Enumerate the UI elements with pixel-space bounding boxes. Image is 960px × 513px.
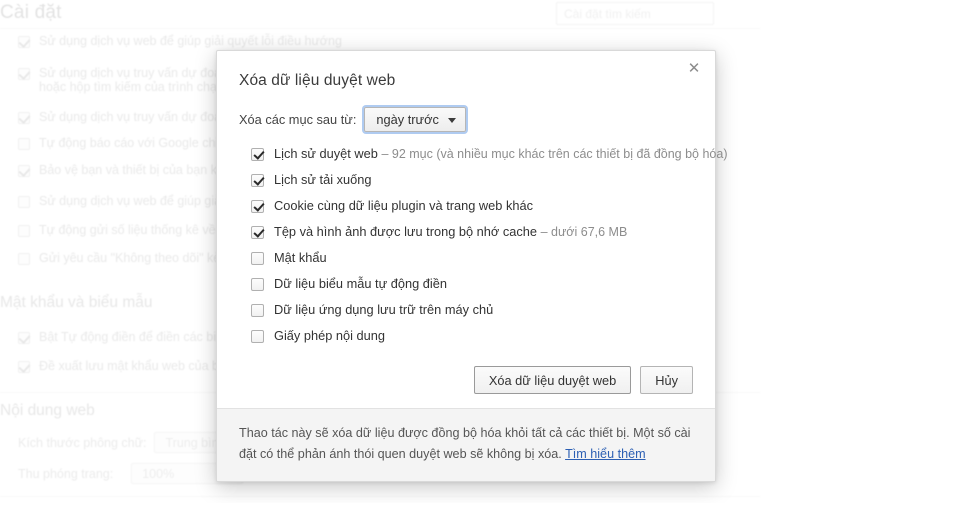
option-label-text: Mật khẩu (274, 250, 327, 265)
option-label-text: Lịch sử tải xuống (274, 172, 372, 187)
option-label-text: Tệp và hình ảnh được lưu trong bộ nhớ ca… (274, 224, 537, 239)
option-label: Dữ liệu biểu mẫu tự động điền (274, 276, 447, 292)
option-browsing-history[interactable]: Lịch sử duyệt web – 92 mục (và nhiều mục… (251, 146, 728, 162)
checkbox-icon[interactable] (251, 252, 264, 265)
option-label-text: Lịch sử duyệt web (274, 146, 378, 161)
time-period-label: Xóa các mục sau từ: (239, 112, 357, 127)
clear-browsing-data-button[interactable]: Xóa dữ liệu duyệt web (473, 366, 632, 394)
option-label: Tệp và hình ảnh được lưu trong bộ nhớ ca… (274, 224, 627, 240)
option-autofill-form-data[interactable]: Dữ liệu biểu mẫu tự động điền (251, 276, 693, 292)
option-cookies[interactable]: Cookie cùng dữ liệu plugin và trang web … (251, 198, 693, 214)
checkbox-icon[interactable] (251, 174, 264, 187)
checkbox-icon[interactable] (251, 148, 264, 161)
chevron-down-icon (447, 117, 456, 123)
option-label: Giấy phép nội dung (274, 328, 385, 344)
time-period-row: Xóa các mục sau từ: ngày trước (239, 107, 693, 132)
option-content-licenses[interactable]: Giấy phép nội dung (251, 328, 693, 344)
checkbox-icon[interactable] (251, 330, 264, 343)
option-label-text: Dữ liệu ứng dụng lưu trữ trên máy chủ (274, 302, 494, 317)
learn-more-link[interactable]: Tìm hiểu thêm (565, 447, 646, 461)
dialog-action-bar: Xóa dữ liệu duyệt web Hủy (217, 360, 715, 408)
option-label: Lịch sử duyệt web – 92 mục (và nhiều mục… (274, 146, 728, 162)
option-download-history[interactable]: Lịch sử tải xuống (251, 172, 693, 188)
close-icon[interactable]: ✕ (683, 57, 705, 79)
dialog-title: Xóa dữ liệu duyệt web (239, 72, 396, 89)
option-label: Lịch sử tải xuống (274, 172, 372, 188)
time-period-select[interactable]: ngày trước (364, 107, 466, 132)
option-meta: – dưới 67,6 MB (540, 225, 628, 239)
option-hosted-app-data[interactable]: Dữ liệu ứng dụng lưu trữ trên máy chủ (251, 302, 693, 318)
checkbox-icon[interactable] (251, 226, 264, 239)
option-label-text: Dữ liệu biểu mẫu tự động điền (274, 276, 447, 291)
data-type-options-list: Lịch sử duyệt web – 92 mục (và nhiều mục… (239, 146, 728, 360)
cancel-button[interactable]: Hủy (640, 366, 693, 394)
option-meta: – 92 mục (và nhiều mục khác trên các thi… (381, 147, 728, 161)
option-label: Dữ liệu ứng dụng lưu trữ trên máy chủ (274, 302, 493, 318)
footer-note: Thao tác này sẽ xóa dữ liệu được đồng bộ… (239, 423, 693, 465)
option-label: Cookie cùng dữ liệu plugin và trang web … (274, 198, 533, 214)
checkbox-icon[interactable] (251, 278, 264, 291)
option-label-text: Cookie cùng dữ liệu plugin và trang web … (274, 198, 533, 213)
option-label: Mật khẩu (274, 250, 327, 266)
clear-browsing-data-dialog: ✕ Xóa dữ liệu duyệt web Xóa các mục sau … (216, 50, 728, 482)
checkbox-icon[interactable] (251, 200, 264, 213)
option-passwords[interactable]: Mật khẩu (251, 250, 693, 266)
checkbox-icon[interactable] (251, 304, 264, 317)
dialog-footer: Thao tác này sẽ xóa dữ liệu được đồng bộ… (217, 408, 715, 481)
bottom-strip (0, 503, 960, 513)
time-period-value: ngày trước (376, 112, 439, 127)
option-label-text: Giấy phép nội dung (274, 328, 385, 343)
option-cached-files[interactable]: Tệp và hình ảnh được lưu trong bộ nhớ ca… (251, 224, 693, 240)
